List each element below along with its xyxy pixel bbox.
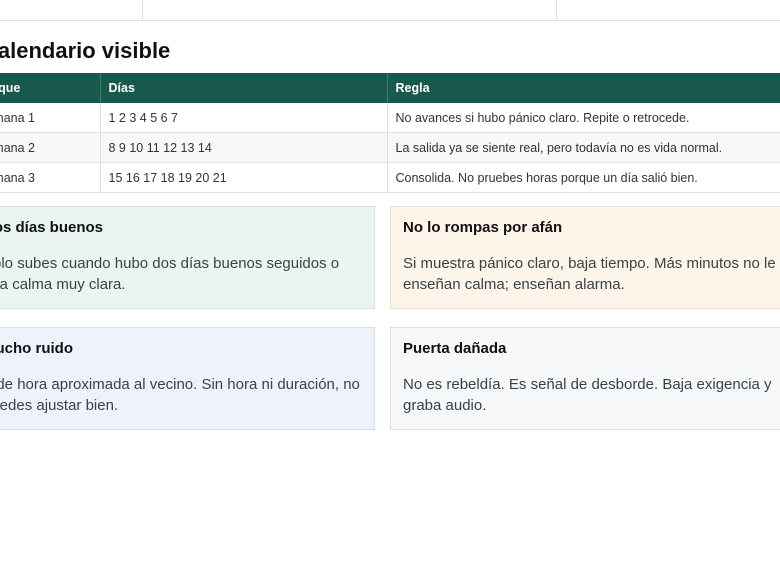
card-title: Dos días buenos [0, 219, 104, 236]
schedule-table: Bloque Días Regla Semana 1 1 2 3 4 5 6 7… [0, 73, 780, 193]
rule-cell: Consolida. No pruebes horas porque un dí… [387, 162, 780, 193]
table-cell [0, 0, 143, 20]
block-cell: Semana 2 [0, 132, 101, 163]
previous-table-bottom-row [0, 0, 780, 21]
tip-card-damaged-door: Puerta dañada No es rebeldía. Es señal d… [390, 327, 780, 430]
table-row: Semana 2 8 9 10 11 12 13 14 La salida ya… [0, 132, 780, 163]
rule-cell: No avances si hubo pánico claro. Repite … [387, 103, 780, 133]
card-body: No es rebeldía. Es señal de desborde. Ba… [403, 376, 772, 414]
tip-card-good-days: Dos días buenos Solo subes cuando hubo d… [0, 206, 375, 309]
column-header-rule: Regla [387, 73, 780, 103]
card-body: Pide hora aproximada al vecino. Sin hora… [0, 376, 360, 414]
tip-card-no-rush: No lo rompas por afán Si muestra pánico … [390, 206, 780, 309]
table-cell [557, 0, 780, 20]
table-cell [143, 0, 557, 20]
table-row: Semana 1 1 2 3 4 5 6 7 No avances si hub… [0, 103, 780, 133]
tip-card-noise: Mucho ruido Pide hora aproximada al veci… [0, 327, 375, 430]
card-body: Si muestra pánico claro, baja tiempo. Má… [403, 255, 776, 293]
rule-cell: La salida ya se siente real, pero todaví… [387, 132, 780, 163]
table-header-row: Bloque Días Regla [0, 73, 780, 103]
block-cell: Semana 3 [0, 162, 101, 193]
table-row: Semana 3 15 16 17 18 19 20 21 Consolida.… [0, 162, 780, 193]
section-title: Calendario visible [0, 38, 171, 63]
card-title: Mucho ruido [0, 340, 73, 357]
column-header-block: Bloque [0, 73, 101, 103]
document-page: Calendario visible Bloque Días Regla Sem… [0, 0, 780, 585]
card-title: Puerta dañada [403, 340, 507, 357]
block-cell: Semana 1 [0, 103, 101, 133]
card-body: Solo subes cuando hubo dos días buenos s… [0, 255, 340, 293]
column-header-days: Días [100, 73, 388, 103]
days-cell: 1 2 3 4 5 6 7 [100, 103, 388, 133]
days-cell: 15 16 17 18 19 20 21 [100, 162, 388, 193]
card-title: No lo rompas por afán [403, 219, 563, 236]
days-cell: 8 9 10 11 12 13 14 [100, 132, 388, 163]
